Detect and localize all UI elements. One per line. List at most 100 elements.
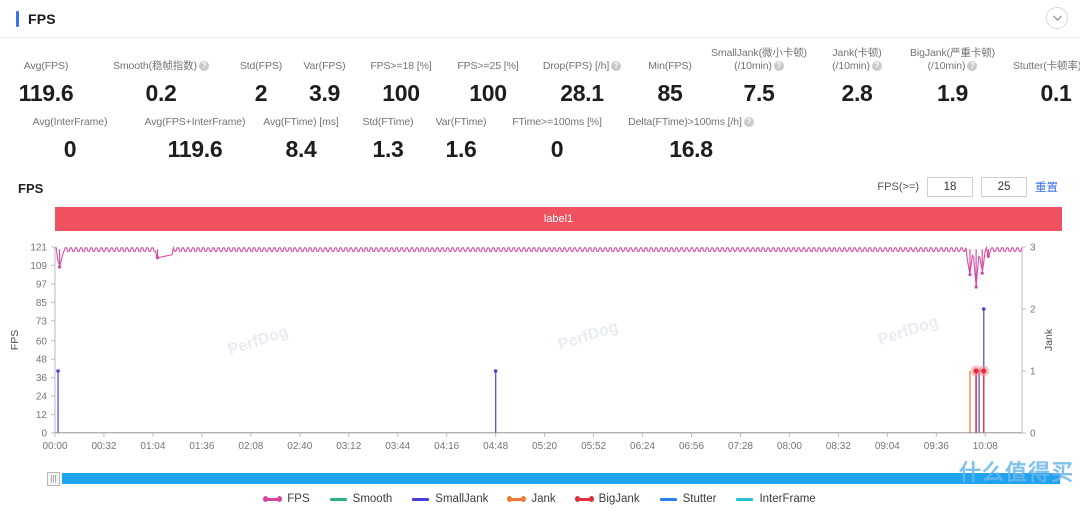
x-axis-tick: 02:08 bbox=[238, 441, 263, 452]
metric-value: 1.9 bbox=[936, 80, 969, 106]
metric-ftime-0: Avg(InterFrame) 0 bbox=[0, 116, 140, 163]
x-axis-tick: 03:44 bbox=[385, 441, 410, 452]
legend-item-jank[interactable]: Jank bbox=[507, 493, 556, 505]
metric-label: Avg(FPS) bbox=[23, 60, 69, 72]
x-axis-tick: 07:28 bbox=[728, 441, 753, 452]
metric-ftime-3: Std(FTime) 1.3 bbox=[352, 116, 424, 163]
metric-value: 100 bbox=[382, 80, 420, 106]
series-point-fps bbox=[986, 254, 990, 258]
legend-swatch bbox=[507, 496, 527, 502]
metric-fps-9: Jank(卡顿) (/10min)? 2.8 bbox=[811, 47, 903, 107]
metric-value: 0 bbox=[550, 136, 564, 162]
y-axis-title: FPS bbox=[9, 330, 21, 350]
y-axis-tick: 48 bbox=[36, 355, 48, 366]
timeline-scrollbar[interactable]: ||| bbox=[47, 471, 1060, 486]
metric-label: Avg(FTime) [ms] bbox=[263, 116, 339, 128]
reset-button[interactable]: 重置 bbox=[1035, 179, 1058, 195]
drag-handle-icon[interactable]: ||| bbox=[47, 471, 60, 486]
legend-label: BigJank bbox=[598, 493, 640, 505]
fps-panel: FPS Avg(FPS) 119.6 Smooth(稳帧指数)? 0.2 Std(FPS… bbox=[0, 0, 1080, 527]
help-icon[interactable]: ? bbox=[743, 117, 754, 127]
help-icon[interactable]: ? bbox=[773, 61, 784, 71]
x-axis-tick: 00:32 bbox=[91, 441, 116, 452]
series-label-bar[interactable]: label1 bbox=[55, 207, 1062, 231]
metric-label: Stutter(卡顿率) [%] bbox=[1013, 60, 1080, 72]
help-icon[interactable]: ? bbox=[611, 61, 622, 71]
plot-watermark: PerfDog bbox=[876, 313, 940, 348]
legend-swatch bbox=[412, 497, 430, 501]
fps-chart-section: FPS FPS(>=) 重置 label1 PerfDog PerfDog Perf… bbox=[0, 175, 1080, 505]
metric-label: Drop(FPS) [/h]? bbox=[543, 60, 622, 73]
legend-item-fps[interactable]: FPS bbox=[263, 493, 310, 505]
series-point-fps bbox=[974, 285, 978, 289]
x-axis-tick: 01:04 bbox=[140, 441, 165, 452]
legend-item-bigjank[interactable]: BigJank bbox=[574, 493, 640, 505]
x-axis-tick: 04:16 bbox=[434, 441, 459, 452]
legend-label: Jank bbox=[531, 493, 556, 505]
metric-value: 2 bbox=[254, 80, 268, 106]
legend-swatch bbox=[263, 496, 283, 502]
metric-label: Std(FTime) bbox=[362, 116, 414, 128]
metric-value: 100 bbox=[469, 80, 507, 106]
metric-fps-7: Min(FPS) 85 bbox=[633, 60, 707, 107]
fps-plot-svg[interactable]: PerfDogPerfDogPerfDogPerfDogPerfDogPerfD… bbox=[0, 237, 1080, 469]
chart-legend: FPS Smooth SmallJank Jank BigJank Stutter Inte… bbox=[0, 493, 1080, 505]
legend-item-stutter[interactable]: Stutter bbox=[659, 493, 716, 505]
metric-label: Var(FPS) bbox=[303, 60, 346, 72]
fps-threshold-high-input[interactable] bbox=[981, 177, 1027, 197]
metric-fps-6: Drop(FPS) [/h]? 28.1 bbox=[531, 60, 633, 107]
metric-value: 3.9 bbox=[308, 80, 341, 106]
smalljank-marker bbox=[981, 307, 986, 311]
metric-value: 1.6 bbox=[445, 136, 477, 162]
y-axis-tick: 0 bbox=[41, 429, 47, 440]
scroll-track[interactable] bbox=[62, 473, 1060, 484]
legend-item-smalljank[interactable]: SmallJank bbox=[412, 493, 488, 505]
page-title: FPS bbox=[28, 10, 56, 27]
metric-value: 0.1 bbox=[1040, 80, 1072, 106]
x-axis-tick: 09:36 bbox=[924, 441, 949, 452]
y2-axis-tick: 3 bbox=[1030, 243, 1036, 254]
help-icon[interactable]: ? bbox=[967, 61, 978, 71]
y-axis-tick: 60 bbox=[36, 336, 48, 347]
y-axis-tick: 109 bbox=[30, 261, 47, 272]
x-axis-tick: 06:56 bbox=[679, 441, 704, 452]
metric-value: 0.2 bbox=[145, 80, 177, 106]
series-point-fps bbox=[980, 271, 984, 275]
legend-swatch bbox=[659, 497, 677, 501]
series-point-fps bbox=[968, 273, 972, 277]
metric-label: Delta(FTime)>100ms [/h]? bbox=[628, 116, 754, 129]
metric-value: 7.5 bbox=[743, 80, 775, 106]
legend-swatch bbox=[736, 497, 754, 501]
metric-label: Avg(InterFrame) bbox=[32, 116, 108, 128]
metric-label: BigJank(严重卡顿) (/10min)? bbox=[909, 47, 996, 72]
y2-axis-tick: 0 bbox=[1030, 429, 1036, 440]
help-icon[interactable]: ? bbox=[871, 61, 882, 71]
plot-area[interactable]: PerfDogPerfDogPerfDogPerfDogPerfDogPerfD… bbox=[0, 237, 1080, 469]
legend-label: InterFrame bbox=[759, 493, 816, 505]
legend-swatch bbox=[574, 496, 594, 502]
metric-label: Jank(卡顿) (/10min)? bbox=[832, 47, 882, 72]
fps-threshold-label: FPS(>=) bbox=[877, 181, 919, 193]
y-axis-tick: 12 bbox=[36, 410, 48, 421]
x-axis-tick: 09:04 bbox=[875, 441, 900, 452]
x-axis-tick: 03:12 bbox=[336, 441, 361, 452]
help-icon[interactable]: ? bbox=[198, 61, 209, 71]
metric-fps-1: Smooth(稳帧指数)? 0.2 bbox=[92, 60, 230, 107]
metric-value: 119.6 bbox=[18, 80, 74, 106]
title-accent-bar bbox=[16, 10, 19, 27]
y2-axis-tick: 1 bbox=[1030, 367, 1036, 378]
legend-item-smooth[interactable]: Smooth bbox=[329, 493, 392, 505]
legend-item-interframe[interactable]: InterFrame bbox=[736, 493, 816, 505]
smalljank-marker bbox=[56, 369, 60, 373]
metric-value: 1.3 bbox=[372, 136, 404, 162]
metric-ftime-5: FTime>=100ms [%] 0 bbox=[498, 116, 616, 163]
x-axis-tick: 02:40 bbox=[287, 441, 312, 452]
metrics-row-frametime: Avg(InterFrame) 0 Avg(FPS+InterFrame) 119.6… bbox=[0, 116, 1080, 163]
metric-ftime-4: Var(FTime) 1.6 bbox=[424, 116, 498, 163]
y-axis-tick: 85 bbox=[36, 298, 48, 309]
metric-label: Smooth(稳帧指数)? bbox=[113, 60, 209, 73]
collapse-panel-button[interactable] bbox=[1046, 7, 1068, 29]
metric-value: 16.8 bbox=[669, 136, 713, 162]
x-axis-tick: 05:52 bbox=[581, 441, 606, 452]
fps-threshold-low-input[interactable] bbox=[927, 177, 973, 197]
